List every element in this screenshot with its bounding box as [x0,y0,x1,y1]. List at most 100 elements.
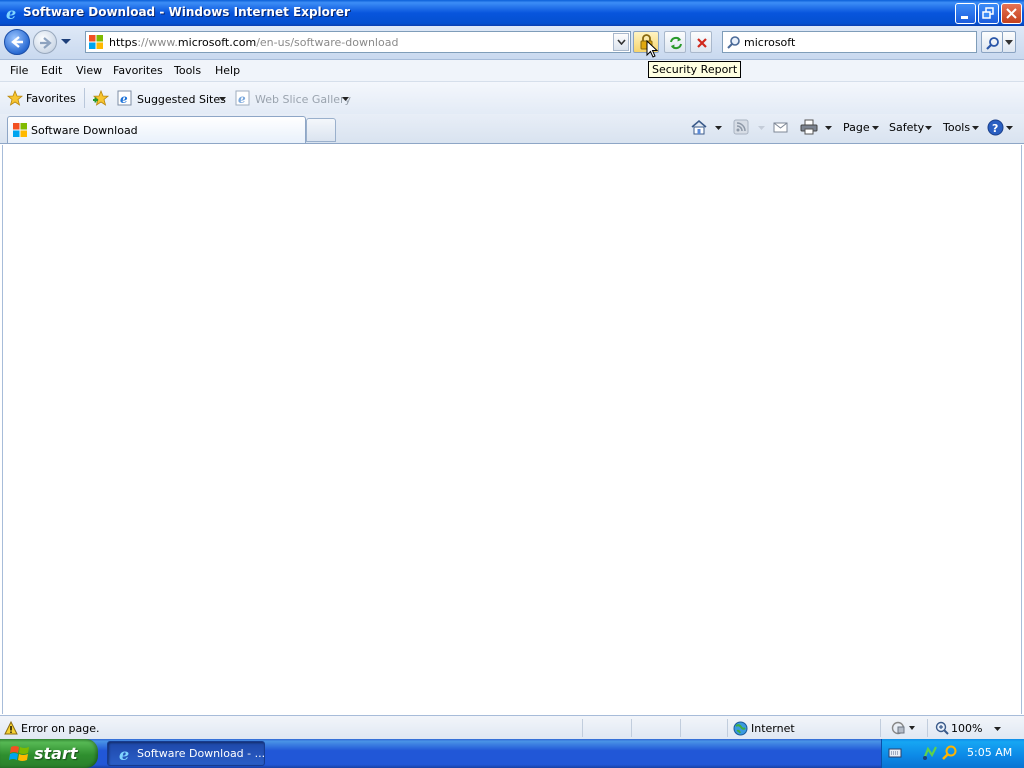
menu-favorites[interactable]: Favorites [113,64,163,77]
chevron-down-icon[interactable] [994,727,1001,731]
status-bar: Error on page. Internet 100% [0,715,1024,739]
keyboard-icon[interactable] [888,747,902,759]
tools-menu-label: Tools [943,121,971,134]
address-bar[interactable]: https://www.microsoft.com/en-us/software… [85,31,631,53]
chevron-down-icon [715,126,722,130]
help-button[interactable]: ? [987,119,1017,137]
windows-flag-icon [9,746,29,761]
favorites-bar: Favorites e Suggested Sites e Web Slice … [0,82,1024,114]
page-menu-button[interactable]: Page [843,119,881,137]
ie-page-icon: e [235,90,250,106]
refresh-button[interactable] [664,31,686,53]
read-mail-button[interactable] [772,119,792,137]
add-to-favorites-bar-icon[interactable] [92,90,110,106]
title-bar[interactable]: e Software Download - Windows Internet E… [0,0,1024,26]
new-tab-button[interactable] [306,118,336,142]
favorites-separator [84,88,85,108]
status-divider [927,719,928,737]
ie-logo-icon: e [6,5,16,21]
tools-menu-button[interactable]: Tools [943,119,981,137]
mouse-cursor-icon [646,40,658,58]
status-divider [631,719,632,737]
web-slice-gallery-link[interactable]: e Web Slice Gallery [235,90,351,108]
chevron-down-icon [219,97,226,101]
page-content[interactable] [2,145,1022,714]
chevron-down-icon [872,126,879,130]
window-title: Software Download - Windows Internet Exp… [23,5,350,19]
status-message[interactable]: Error on page. [21,722,99,735]
mail-icon [773,122,788,133]
close-icon [1006,8,1017,19]
minimize-button[interactable] [955,3,976,24]
restore-button[interactable] [978,3,999,24]
feeds-button[interactable] [733,119,767,137]
print-button[interactable] [800,119,834,137]
page-menu-label: Page [843,121,870,134]
recent-pages-dropdown-icon[interactable] [60,38,72,46]
rss-feed-icon [733,119,749,135]
suggested-sites-label: Suggested Sites [137,93,226,106]
forward-button[interactable] [33,30,57,54]
web-slice-gallery-label: Web Slice Gallery [255,93,352,106]
status-divider [582,719,583,737]
menu-view[interactable]: View [76,64,102,77]
security-zone-label[interactable]: Internet [751,722,795,735]
search-options-dropdown[interactable] [1003,31,1016,53]
url-protocol: https [109,36,138,49]
search-button[interactable] [981,31,1003,53]
safety-menu-label: Safety [889,121,925,134]
navigation-bar: https://www.microsoft.com/en-us/software… [0,26,1024,60]
url-domain: microsoft.com [177,36,257,49]
chevron-down-icon [342,97,349,101]
ie-page-icon: e [117,90,132,106]
close-button[interactable] [1001,3,1022,24]
status-divider [880,719,881,737]
tab-software-download[interactable]: Software Download [7,116,306,143]
url-path: /en-us/software-download [256,36,399,49]
taskbar: start e Software Download - ... 5:05 AM [0,739,1024,768]
help-icon: ? [987,119,1004,136]
menu-help[interactable]: Help [215,64,240,77]
ie-logo-icon: e [119,746,129,762]
start-button[interactable]: start [0,739,98,768]
stop-icon [697,38,707,48]
chevron-down-icon [617,39,626,45]
svg-text:e: e [120,92,128,106]
zoom-level[interactable]: 100% [951,722,982,735]
network-icon[interactable] [922,745,938,761]
url-separator: ://www. [137,36,178,49]
menu-edit[interactable]: Edit [41,64,62,77]
menu-tools[interactable]: Tools [174,64,201,77]
taskbar-item-ie[interactable]: e Software Download - ... [107,741,265,766]
minimize-icon [961,16,968,19]
favorites-button[interactable]: Favorites [4,87,80,109]
search-icon [986,37,999,50]
chevron-down-icon [972,126,979,130]
address-dropdown-button[interactable] [613,33,629,51]
menu-file[interactable]: File [10,64,28,77]
search-value: microsoft [744,36,796,49]
safety-menu-button[interactable]: Safety [889,119,934,137]
refresh-icon [670,36,682,50]
printer-icon [800,119,818,135]
globe-icon [733,721,748,736]
zoom-icon[interactable] [935,721,949,735]
search-input[interactable]: microsoft [722,31,977,53]
clock[interactable]: 5:05 AM [967,746,1012,759]
status-divider [727,719,728,737]
microsoft-logo-icon [13,123,27,137]
chevron-down-icon [925,126,932,130]
status-divider [680,719,681,737]
search-tray-icon[interactable] [942,745,958,761]
warning-icon[interactable] [4,721,18,735]
menu-bar: File Edit View Favorites Tools Help [0,60,1024,82]
home-icon [691,119,707,135]
protected-mode-icon[interactable] [891,721,915,735]
system-tray: 5:05 AM [881,739,1024,768]
url-text[interactable]: https://www.microsoft.com/en-us/software… [109,36,398,49]
chevron-down-icon [758,126,765,130]
home-button[interactable] [690,119,722,137]
back-button[interactable] [4,29,30,55]
stop-button[interactable] [690,31,712,53]
forward-arrow-icon [40,37,52,49]
